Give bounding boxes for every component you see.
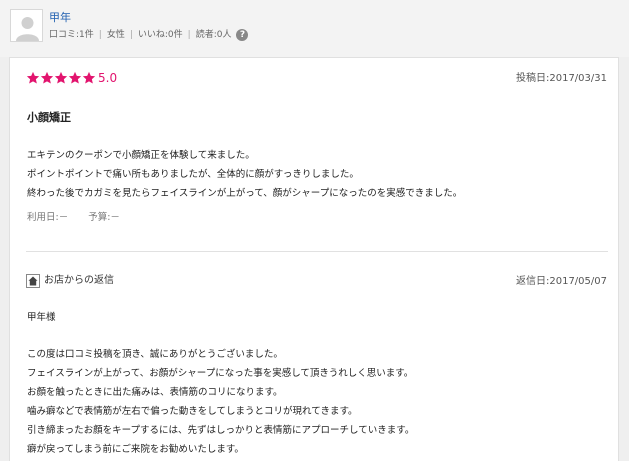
reviewer-stats: 口コミ:1件 | 女性 | いいね:0件 | 読者:0人 ? xyxy=(49,28,249,42)
star-icon xyxy=(82,71,96,84)
like-count: いいね:0件 xyxy=(137,30,183,40)
review-line: エキテンのクーポンで小顔矯正を体験して来ました。 xyxy=(27,150,255,161)
separator: | xyxy=(98,30,102,40)
star-rating: 5.0 xyxy=(26,71,117,85)
reviewer-header: 甲年 口コミ:1件 | 女性 | いいね:0件 | 読者:0人 ? xyxy=(0,0,629,57)
review-card: 5.0 投稿日:2017/03/31 小顔矯正 エキテンのクーポンで小顔矯正を体… xyxy=(9,57,619,461)
reply-line: 引き締まったお顔をキープするには、先ずはしっかりと表情筋にアプローチしていきます… xyxy=(27,425,415,436)
budget: 予算:－ xyxy=(88,212,120,223)
reply-line: 癖が戻ってしまう前にご来院をお勧めいたします。 xyxy=(27,444,244,455)
review-line: 終わった後でカガミを見たらフェイスラインが上がって、顔がシャープになったのを実感… xyxy=(27,188,463,199)
review-title: 小顔矯正 xyxy=(27,111,71,124)
reply-salutation: 甲年様 xyxy=(27,312,56,323)
star-icon xyxy=(54,71,68,84)
question-circle-icon[interactable]: ? xyxy=(236,29,249,41)
reply-line: お顔を触ったときに出た痛みは、表情筋のコリになります。 xyxy=(27,387,283,398)
avatar[interactable] xyxy=(10,9,43,42)
star-icon xyxy=(26,71,40,84)
shop-reply-header: お店からの返信 xyxy=(26,274,114,288)
reply-line: この度は口コミ投稿を頂き、誠にありがとうございました。 xyxy=(27,349,283,360)
rating-value: 5.0 xyxy=(98,71,118,85)
reader-count: 読者:0人 xyxy=(195,30,232,40)
post-date: 投稿日:2017/03/31 xyxy=(515,73,607,84)
home-icon xyxy=(26,274,40,288)
usage-info: 利用日:－ 予算:－ xyxy=(27,211,120,225)
separator: | xyxy=(187,30,191,40)
review-line: ポイントポイントで痛い所もありましたが、全体的に顔がすっきりしました。 xyxy=(27,169,359,180)
usage-date: 利用日:－ xyxy=(27,212,69,223)
reply-body: この度は口コミ投稿を頂き、誠にありがとうございました。 フェイスラインが上がって… xyxy=(27,345,414,459)
review-body: エキテンのクーポンで小顔矯正を体験して来ました。 ポイントポイントで痛い所もあり… xyxy=(27,146,462,203)
person-silhouette-icon xyxy=(16,17,39,41)
star-icon xyxy=(40,71,54,84)
review-count: 口コミ:1件 xyxy=(49,30,94,40)
reply-line: フェイスラインが上がって、お顔がシャープになった事を実感して頂きうれしく思います… xyxy=(27,368,414,379)
reviewer-name[interactable]: 甲年 xyxy=(49,11,71,25)
reviewer-gender: 女性 xyxy=(106,30,125,40)
reply-date: 返信日:2017/05/07 xyxy=(515,276,607,287)
separator: | xyxy=(129,30,133,40)
divider xyxy=(26,251,608,252)
shop-reply-label: お店からの返信 xyxy=(44,275,114,286)
star-icon xyxy=(68,71,82,84)
reply-line: 噛み癖などで表情筋が左右で偏った動きをしてしまうとコリが現れてきます。 xyxy=(27,406,358,417)
